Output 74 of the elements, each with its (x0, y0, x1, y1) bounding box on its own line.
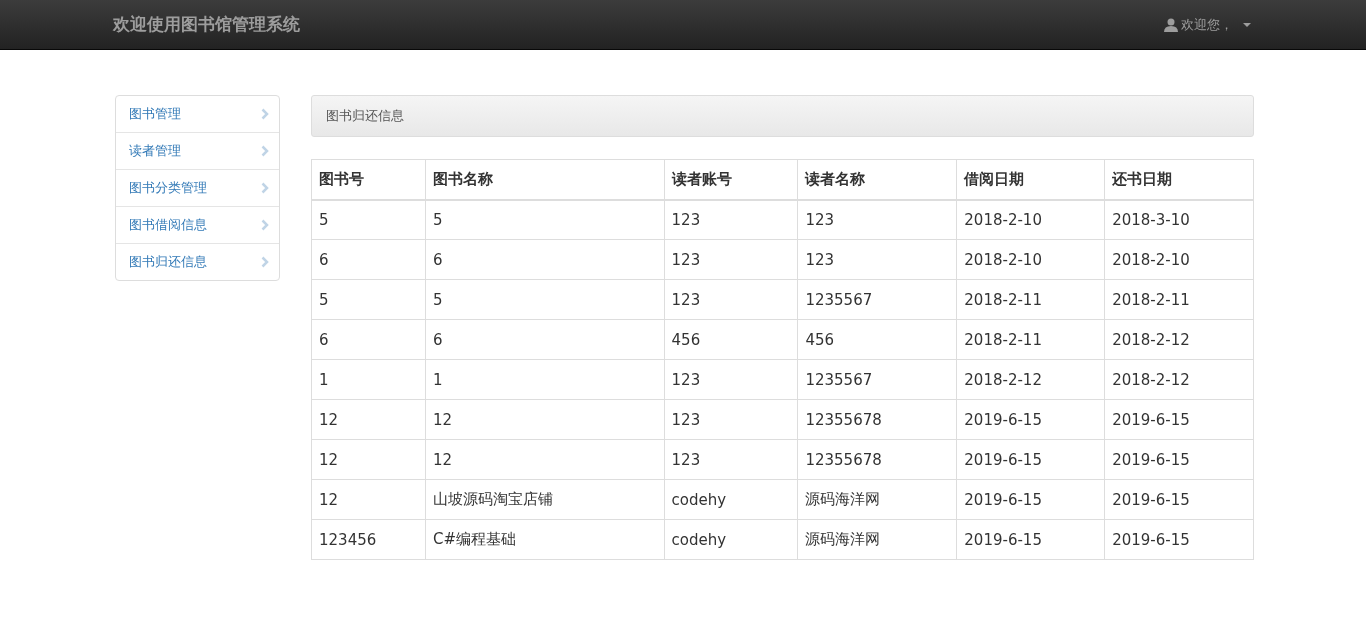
table-cell: 2019-6-15 (956, 479, 1105, 520)
chevron-right-icon (261, 182, 269, 194)
column-header: 还书日期 (1104, 159, 1254, 200)
column-header: 读者名称 (797, 159, 957, 200)
table-cell: 2019-6-15 (1104, 519, 1254, 560)
table-cell: codehy (664, 519, 798, 560)
table-cell: 2018-2-11 (956, 319, 1105, 360)
table-cell: 1 (425, 359, 665, 400)
table-cell: 12 (425, 399, 665, 440)
table-cell: 1235567 (797, 279, 957, 320)
table-cell: 456 (797, 319, 957, 360)
table-cell: 2019-6-15 (1104, 399, 1254, 440)
table-cell: 源码海洋网 (797, 519, 957, 560)
table-cell: 2018-3-10 (1104, 199, 1254, 240)
table-cell: 2018-2-12 (956, 359, 1105, 400)
table-cell: 12 (425, 439, 665, 480)
table-cell: 2019-6-15 (956, 519, 1105, 560)
table-cell: 2018-2-10 (956, 199, 1105, 240)
column-header: 读者账号 (664, 159, 798, 200)
table-cell: 5 (425, 279, 665, 320)
table-cell: 456 (664, 319, 798, 360)
table-cell: 2019-6-15 (1104, 439, 1254, 480)
table-cell: 123 (664, 279, 798, 320)
table-cell: 6 (311, 319, 426, 360)
table-cell: 123 (797, 199, 957, 240)
chevron-right-icon (261, 145, 269, 157)
table-cell: 12355678 (797, 399, 957, 440)
table-cell: 12 (311, 399, 426, 440)
table-cell: 123 (664, 199, 798, 240)
table-cell: 2018-2-10 (956, 239, 1105, 280)
user-menu[interactable]: 欢迎您， (1164, 15, 1254, 34)
table-cell: 2018-2-10 (1104, 239, 1254, 280)
user-icon (1164, 17, 1178, 32)
table-cell: 6 (425, 239, 665, 280)
table-cell: 2019-6-15 (1104, 479, 1254, 520)
chevron-right-icon (261, 256, 269, 268)
table-cell: 123 (664, 399, 798, 440)
column-header: 图书号 (311, 159, 426, 200)
table-cell: 12 (311, 439, 426, 480)
table-cell: 1235567 (797, 359, 957, 400)
table-cell: 123 (664, 359, 798, 400)
table-cell: 源码海洋网 (797, 479, 957, 520)
table-cell: 5 (311, 199, 426, 240)
table-cell: 123 (664, 239, 798, 280)
table-cell: 6 (425, 319, 665, 360)
sidebar-item[interactable]: 图书分类管理 (116, 169, 279, 206)
chevron-right-icon (261, 108, 269, 120)
table-cell: 5 (311, 279, 426, 320)
table-cell: 123 (664, 439, 798, 480)
table-cell: 山坡源码淘宝店铺 (425, 479, 665, 520)
sidebar-item[interactable]: 读者管理 (116, 132, 279, 169)
table-cell: 123 (797, 239, 957, 280)
table-cell: 2018-2-12 (1104, 319, 1254, 360)
sidebar-item[interactable]: 图书归还信息 (116, 243, 279, 280)
table-cell: 123456 (311, 519, 426, 560)
table-cell: 12 (311, 479, 426, 520)
column-header: 借阅日期 (956, 159, 1105, 200)
panel-heading: 图书归还信息 (311, 95, 1254, 137)
table-cell: 2018-2-12 (1104, 359, 1254, 400)
app-title: 欢迎使用图书馆管理系统 (113, 13, 300, 36)
sidebar-item[interactable]: 图书借阅信息 (116, 206, 279, 243)
table-cell: 5 (425, 199, 665, 240)
table-cell: 1 (311, 359, 426, 400)
sidebar-item[interactable]: 图书管理 (116, 96, 279, 132)
table-cell: 2019-6-15 (956, 399, 1105, 440)
table-cell: 2018-2-11 (1104, 279, 1254, 320)
table-cell: 2019-6-15 (956, 439, 1105, 480)
table-cell: C#编程基础 (425, 519, 665, 560)
table-cell: codehy (664, 479, 798, 520)
table-cell: 6 (311, 239, 426, 280)
chevron-right-icon (261, 219, 269, 231)
table-cell: 12355678 (797, 439, 957, 480)
column-header: 图书名称 (425, 159, 665, 200)
table-cell: 2018-2-11 (956, 279, 1105, 320)
